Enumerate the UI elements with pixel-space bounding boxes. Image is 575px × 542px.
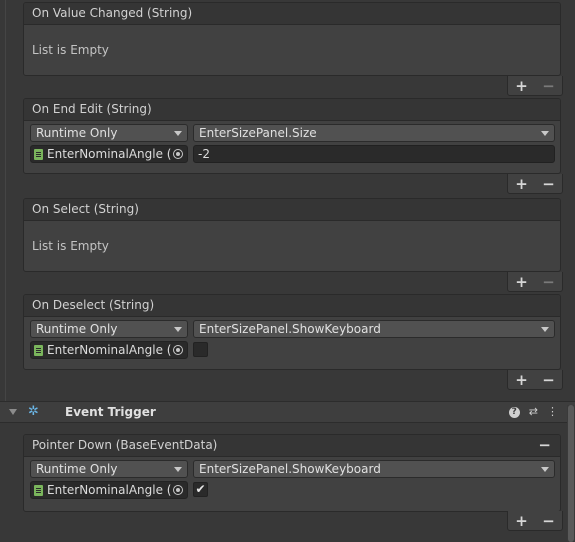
remove-listener-button[interactable]: −: [542, 175, 555, 193]
function-value: EnterSizePanel.Size: [199, 126, 317, 140]
function-value: EnterSizePanel.ShowKeyboard: [199, 322, 381, 336]
pointer-down-title: Pointer Down (BaseEventData): [32, 438, 218, 452]
function-dropdown[interactable]: EnterSizePanel.ShowKeyboard: [193, 320, 555, 338]
runtime-mode-value: Runtime Only: [36, 462, 118, 476]
object-picker-icon[interactable]: [171, 343, 185, 357]
on-value-changed-header: On Value Changed (String): [24, 3, 560, 25]
on-select-footer: + −: [507, 272, 563, 292]
target-object-field[interactable]: EnterNominalAngle (E: [30, 341, 188, 359]
dropdown-arrow-icon: [541, 131, 549, 136]
function-dropdown[interactable]: EnterSizePanel.ShowKeyboard: [193, 460, 555, 478]
target-object-field[interactable]: EnterNominalAngle (E: [30, 481, 188, 499]
help-icon[interactable]: ?: [508, 407, 520, 418]
script-icon: [34, 345, 43, 356]
on-select-header: On Select (String): [24, 199, 560, 221]
component-header-icons: ? ⇄ ⋮: [508, 405, 558, 418]
on-deselect-panel: On Deselect (String) Runtime Only EnterS…: [23, 294, 561, 370]
target-object-name: EnterNominalAngle (E: [47, 147, 180, 161]
target-object-field[interactable]: EnterNominalAngle (E: [30, 145, 188, 163]
remove-listener-button[interactable]: −: [542, 512, 555, 530]
empty-list-label: List is Empty: [32, 43, 109, 57]
foldout-arrow-icon[interactable]: [9, 409, 17, 415]
dropdown-arrow-icon: [541, 467, 549, 472]
bool-argument-checkbox[interactable]: ✔: [193, 482, 208, 497]
component-title: Event Trigger: [65, 405, 156, 419]
dropdown-arrow-icon: [541, 327, 549, 332]
pointer-down-footer: + −: [507, 511, 563, 531]
target-object-name: EnterNominalAngle (E: [47, 343, 180, 357]
add-listener-button[interactable]: +: [515, 512, 528, 530]
vertical-scrollbar[interactable]: [567, 405, 575, 542]
string-argument-input[interactable]: -2: [193, 145, 555, 163]
on-select-panel: On Select (String) List is Empty: [23, 198, 561, 272]
bool-argument-checkbox[interactable]: [193, 342, 208, 357]
runtime-mode-dropdown[interactable]: Runtime Only: [30, 124, 188, 142]
context-menu-icon[interactable]: ⋮: [547, 405, 558, 418]
object-picker-icon[interactable]: [171, 147, 185, 161]
event-trigger-icon: ✲: [28, 404, 39, 419]
remove-listener-button[interactable]: −: [542, 77, 555, 95]
on-value-changed-panel: On Value Changed (String) List is Empty: [23, 2, 561, 76]
add-listener-button[interactable]: +: [515, 175, 528, 193]
remove-listener-button[interactable]: −: [542, 371, 555, 389]
on-end-edit-footer: + −: [507, 174, 563, 194]
add-listener-button[interactable]: +: [515, 273, 528, 291]
checkmark-icon: ✔: [195, 482, 206, 496]
on-value-changed-footer: + −: [507, 76, 563, 96]
on-deselect-footer: + −: [507, 370, 563, 390]
runtime-mode-dropdown[interactable]: Runtime Only: [30, 460, 188, 478]
on-end-edit-panel: On End Edit (String) Runtime Only EnterS…: [23, 98, 561, 174]
dropdown-arrow-icon: [174, 467, 182, 472]
runtime-mode-value: Runtime Only: [36, 126, 118, 140]
target-object-name: EnterNominalAngle (E: [47, 483, 180, 497]
event-trigger-component-header[interactable]: ✲ Event Trigger ? ⇄ ⋮: [0, 401, 575, 423]
add-listener-button[interactable]: +: [515, 77, 528, 95]
remove-listener-button[interactable]: −: [542, 273, 555, 291]
function-dropdown[interactable]: EnterSizePanel.Size: [193, 124, 555, 142]
on-deselect-header: On Deselect (String): [24, 295, 560, 317]
add-listener-button[interactable]: +: [515, 371, 528, 389]
runtime-mode-dropdown[interactable]: Runtime Only: [30, 320, 188, 338]
indent-guide: [5, 0, 6, 401]
presets-icon[interactable]: ⇄: [529, 405, 538, 418]
object-picker-icon[interactable]: [171, 483, 185, 497]
empty-list-label: List is Empty: [32, 239, 109, 253]
pointer-down-header: Pointer Down (BaseEventData) −: [24, 435, 560, 457]
dropdown-arrow-icon: [174, 131, 182, 136]
remove-trigger-entry-button[interactable]: −: [538, 435, 551, 455]
script-icon: [34, 149, 43, 160]
pointer-down-panel: Pointer Down (BaseEventData) − Runtime O…: [23, 434, 561, 512]
dropdown-arrow-icon: [174, 327, 182, 332]
runtime-mode-value: Runtime Only: [36, 322, 118, 336]
function-value: EnterSizePanel.ShowKeyboard: [199, 462, 381, 476]
on-end-edit-header: On End Edit (String): [24, 99, 560, 121]
script-icon: [34, 485, 43, 496]
